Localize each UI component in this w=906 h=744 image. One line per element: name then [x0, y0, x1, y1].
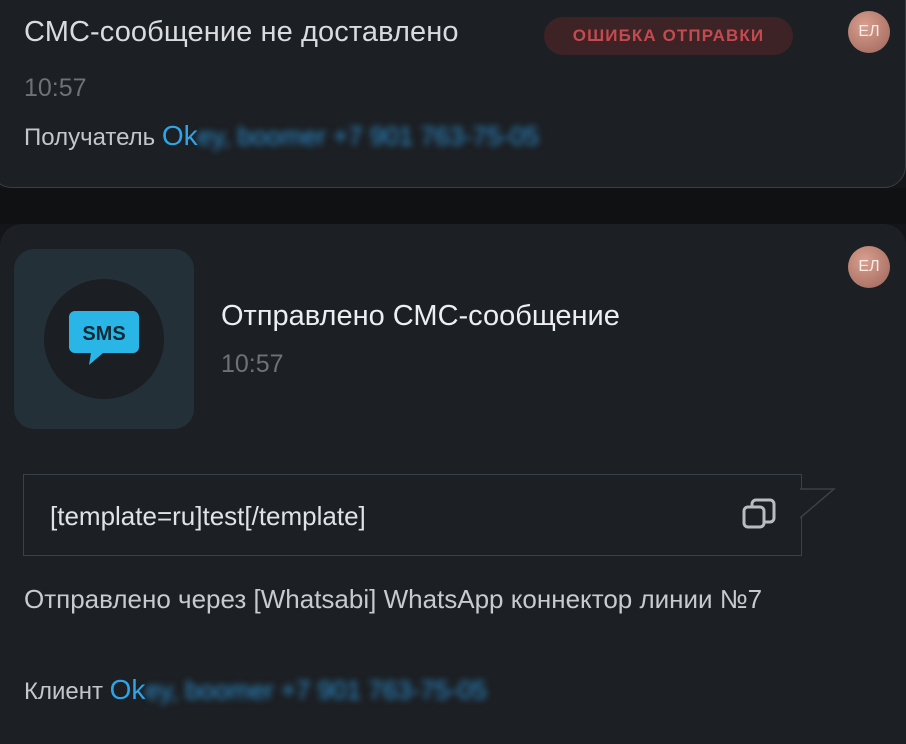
event-time: 10:57	[24, 74, 87, 102]
recipient-hidden-text: ey, boomer +7 901 763-75-05	[197, 121, 540, 151]
event-title: Отправлено СМС-сообщение	[221, 300, 620, 332]
client-row: Клиент Okey, boomer +7 901 763-75-05	[24, 674, 487, 706]
recipient-row: Получатель Okey, boomer +7 901 763-75-05	[24, 120, 539, 152]
client-label: Клиент	[24, 678, 103, 705]
client-link[interactable]: Okey, boomer +7 901 763-75-05	[110, 674, 487, 705]
avatar[interactable]: ЕЛ	[848, 11, 890, 53]
event-time: 10:57	[221, 350, 284, 378]
card-separator	[0, 188, 906, 224]
recipient-link[interactable]: Okey, boomer +7 901 763-75-05	[162, 120, 539, 151]
sent-via-text: Отправлено через [Whatsabi] WhatsApp кон…	[24, 584, 763, 614]
sms-icon-tile: SMS	[14, 249, 194, 429]
message-bubble: [template=ru]test[/template]	[23, 474, 802, 556]
error-status-badge: ОШИБКА ОТПРАВКИ	[544, 17, 793, 55]
copy-icon[interactable]	[741, 497, 777, 533]
recipient-label: Получатель	[24, 124, 156, 151]
avatar[interactable]: ЕЛ	[848, 246, 890, 288]
message-bubble-tail	[800, 488, 836, 519]
message-text: [template=ru]test[/template]	[50, 501, 366, 531]
event-title: СМС-сообщение не доставлено	[24, 16, 459, 48]
sms-icon: SMS	[69, 311, 139, 365]
sms-icon-text: SMS	[82, 323, 125, 345]
client-hidden-text: ey, boomer +7 901 763-75-05	[145, 675, 487, 705]
